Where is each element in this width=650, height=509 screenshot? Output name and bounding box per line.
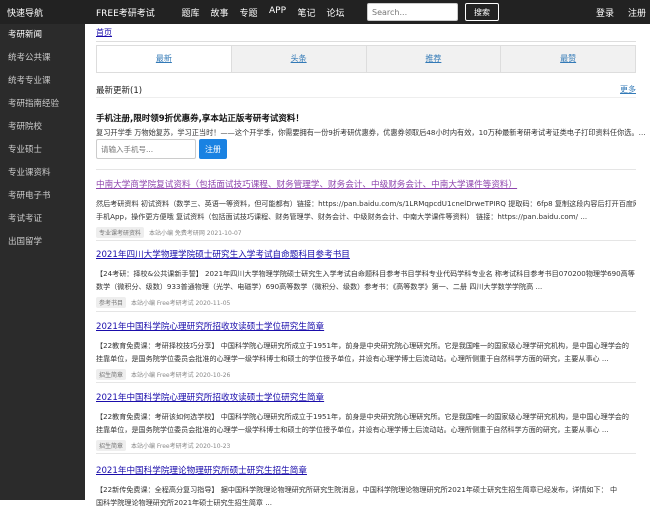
article-title-link[interactable]: 2021年四川大学物理学院硕士研究生入学考试自命题科目参考书目 [96,248,636,260]
article-title-link[interactable]: 中南大学商学院复试资料（包括面试技巧课程、财务管理学、财务会计、中级财务会计、中… [96,178,636,190]
nav-item-app[interactable]: APP [263,6,292,19]
search-button[interactable]: 搜索 [465,3,499,21]
article-tag[interactable]: 招生简章 [96,440,127,451]
updates-heading: 最新更新(1) [96,86,143,96]
article-tag[interactable]: 招生简章 [96,369,127,380]
article-excerpt: 【22教育免费课：考研该如何选学校】 中国科学院心理研究所成立于1951年，前身… [96,410,636,436]
quick-nav-toggle[interactable]: 快速导航 [7,6,43,19]
nav-item-topics[interactable]: 专题 [234,6,263,19]
article-divider [96,382,636,383]
excerpt-line: 【22新传免费课：全程高分复习指导】 据中国科学院理论物理研究所研究生院消息，中… [96,485,618,494]
sidebar-item-public-courses[interactable]: 统考公共课 [0,47,85,70]
updates-divider [96,97,636,98]
article-meta: 参考书目 本站小编 Free考研考试 2020-11-05 [96,297,636,308]
register-link[interactable]: 注册 [628,6,646,19]
article-title-link[interactable]: 2021年中国科学院心理研究所招收攻读硕士学位研究生简章 [96,320,636,332]
article-divider [96,240,636,241]
article-meta: 招生简章 本站小编 Free考研考试 2020-10-23 [96,440,636,451]
article-info: 本站小编 Free考研考试 2020-10-26 [130,372,231,379]
excerpt-line: 然后考研资料 初试资料（数学三、英语一等资料，但可能都有）链接：https://… [96,199,636,208]
article-info: 本站小编 Free考研考试 2020-11-05 [130,300,231,307]
excerpt-line: 手机App，操作更方便哦 复试资料（包括面试技巧课程、财务管理学、财务会计、中级… [96,212,588,221]
breadcrumb-home[interactable]: 首页 [96,27,112,38]
article-item: 中南大学商学院复试资料（包括面试技巧课程、财务管理学、财务会计、中级财务会计、中… [96,178,636,238]
nav-item-stories[interactable]: 故事 [205,6,234,19]
sidebar-item-news[interactable]: 考研新闻 [0,24,85,47]
breadcrumb-divider [96,41,636,42]
article-meta: 专业课考研资料 本站小编 免费考研网 2021-10-07 [96,227,636,238]
tab-bar: 最新 头条 推荐 最赞 [96,45,636,73]
excerpt-line: 挂靠单位，是国务院学位委员会批准的心理学一级学科博士和硕士的学位授予单位，并设有… [96,425,609,434]
excerpt-line: 数学（微积分、级数）933普通物理（光学、电磁学）690高等数学（微积分、级数）… [96,282,543,291]
tab-latest[interactable]: 最新 [97,46,232,72]
article-excerpt: 【22新传免费课：全程高分复习指导】 据中国科学院理论物理研究所研究生院消息，中… [96,483,636,509]
excerpt-line: 【24考研：择校&公共课新手誓】 2021年四川大学物理学院硕士研究生入学考试自… [96,269,635,278]
article-excerpt: 【24考研：择校&公共课新手誓】 2021年四川大学物理学院硕士研究生入学考试自… [96,267,636,293]
section-divider [96,169,636,170]
article-excerpt: 然后考研资料 初试资料（数学三、英语一等资料，但可能都有）链接：https://… [96,197,636,223]
sidebar-item-materials[interactable]: 专业课资料 [0,162,85,185]
article-item: 2021年中国科学院心理研究所招收攻读硕士学位研究生简章 【22教育免费课：考研… [96,320,636,380]
register-button[interactable]: 注册 [199,139,227,159]
tab-most-liked[interactable]: 最赞 [501,46,635,72]
sidebar-item-guide[interactable]: 考研指南经验 [0,93,85,116]
more-link[interactable]: 更多 [620,84,636,95]
sidebar: 考研新闻 统考公共课 统考专业课 考研指南经验 考研院校 专业硕士 专业课资料 … [0,24,85,500]
nav-item-forum[interactable]: 论坛 [321,6,350,19]
sidebar-item-exams[interactable]: 考试考证 [0,208,85,231]
main-nav: 题库 故事 专题 APP 笔记 论坛 [176,6,350,19]
article-item: 2021年中国科学院理论物理研究所硕士研究生招生简章 【22新传免费课：全程高分… [96,464,636,509]
site-title-link[interactable]: FREE考研考试 [96,6,155,19]
promo-title: 手机注册,限时领9折优惠券,享本站正版考研考试资料！ [96,114,304,124]
article-excerpt: 【22教育免费课：考研择校技巧分享】 中国科学院心理研究所成立于1951年，前身… [96,339,636,365]
article-item: 2021年四川大学物理学院硕士研究生入学考试自命题科目参考书目 【24考研：择校… [96,248,636,308]
excerpt-line: 【22教育免费课：考研择校技巧分享】 中国科学院心理研究所成立于1951年，前身… [96,341,629,350]
sidebar-item-study-abroad[interactable]: 出国留学 [0,231,85,254]
sidebar-item-major-courses[interactable]: 统考专业课 [0,70,85,93]
sidebar-item-ebooks[interactable]: 考研电子书 [0,185,85,208]
article-item: 2021年中国科学院心理研究所招收攻读硕士学位研究生简章 【22教育免费课：考研… [96,391,636,451]
article-title-link[interactable]: 2021年中国科学院理论物理研究所硕士研究生招生简章 [96,464,636,476]
excerpt-line: 挂靠单位，是国务院学位委员会批准的心理学一级学科博士和硕士的学位授予单位，并设有… [96,354,609,363]
phone-input[interactable] [96,139,196,159]
article-meta: 招生简章 本站小编 Free考研考试 2020-10-26 [96,369,636,380]
article-title-link[interactable]: 2021年中国科学院心理研究所招收攻读硕士学位研究生简章 [96,391,636,403]
article-divider [96,453,636,454]
sidebar-item-schools[interactable]: 考研院校 [0,116,85,139]
sidebar-item-professional-master[interactable]: 专业硕士 [0,139,85,162]
promo-text: 复习开学季 万物始复苏，学习正当时！——这个开学季，你需要拥有一份9折考研优惠券… [96,128,646,137]
login-link[interactable]: 登录 [596,6,614,19]
article-tag[interactable]: 专业课考研资料 [96,227,145,238]
search-input[interactable] [367,3,458,21]
excerpt-line: 【22教育免费课：考研该如何选学校】 中国科学院心理研究所成立于1951年，前身… [96,412,629,421]
article-info: 本站小编 Free考研考试 2020-10-23 [130,443,231,450]
nav-item-question-bank[interactable]: 题库 [176,6,205,19]
article-divider [96,311,636,312]
article-info: 本站小编 免费考研网 2021-10-07 [148,230,242,237]
top-navbar: 快速导航 FREE考研考试 题库 故事 专题 APP 笔记 论坛 搜索 登录 注… [0,0,650,24]
nav-item-notes[interactable]: 笔记 [292,6,321,19]
article-tag[interactable]: 参考书目 [96,297,127,308]
excerpt-line: 国科学院理论物理研究所2021年硕士研究生招生简章 ... [96,498,273,507]
tab-recommended[interactable]: 推荐 [366,46,502,72]
tab-headlines[interactable]: 头条 [231,46,367,72]
